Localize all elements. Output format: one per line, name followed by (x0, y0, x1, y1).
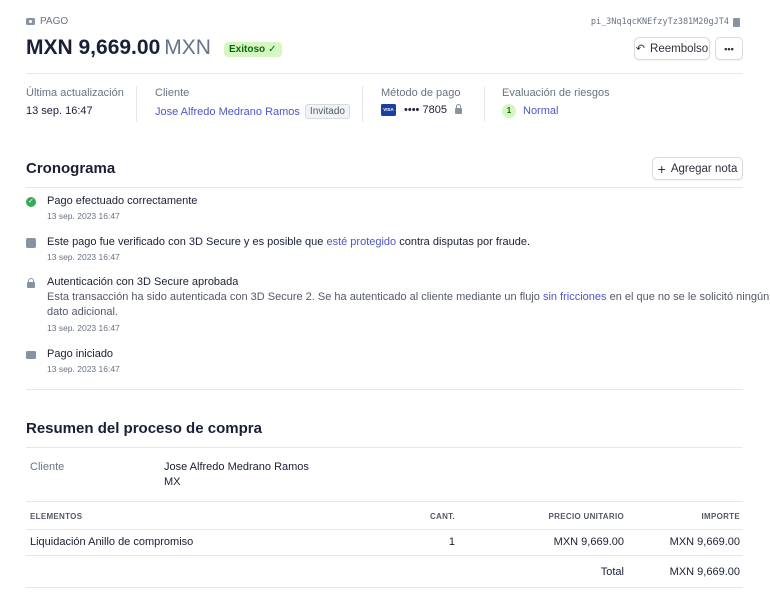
timeline-event-title: Autenticación con 3D Secure aprobada (47, 276, 239, 288)
checkout-summary-title: Resumen del proceso de compra (26, 420, 262, 437)
divider (26, 555, 743, 556)
refund-button[interactable]: ↶ Reembolso (634, 37, 710, 60)
payment-currency: MXN (164, 36, 211, 59)
payment-id-text: pi_3Nq1qcKNEfzyTz381M20gJT4 (590, 17, 729, 27)
timeline-event-time: 13 sep. 2023 16:47 (47, 252, 120, 262)
payment-method: Método de pago VISA •••• 7805 (381, 87, 462, 116)
divider (26, 389, 743, 390)
total-label: Total (600, 566, 624, 578)
checkout-customer-name: Jose Alfredo Medrano Ramos (164, 461, 309, 473)
item-name: Liquidación Anillo de compromiso (30, 536, 194, 548)
divider (26, 73, 743, 74)
card-last4: •••• 7805 (404, 104, 447, 116)
divider (26, 587, 743, 588)
checkout-customer-country: MX (164, 476, 181, 488)
check-icon: ✓ (268, 44, 277, 55)
payment-id[interactable]: pi_3Nq1qcKNEfzyTz381M20gJT4 (591, 17, 740, 27)
lock-icon (454, 104, 462, 114)
risk-evaluation: Evaluación de riesgos 1 Normal (502, 87, 610, 118)
timeline-event-time: 13 sep. 2023 16:47 (47, 323, 120, 333)
success-check-icon: ✓ (26, 197, 36, 207)
timeline-event-title: Pago iniciado (47, 348, 114, 360)
divider (362, 86, 363, 122)
risk-label: Evaluación de riesgos (502, 87, 610, 99)
lock-shackle (28, 278, 34, 283)
timeline-event-description-line2: dato adicional. (47, 306, 118, 318)
refund-button-label: Reembolso (650, 42, 709, 55)
divider (136, 86, 137, 122)
timeline-event-title: Pago efectuado correctamente (47, 195, 198, 207)
customer-label: Cliente (155, 87, 190, 99)
amount-row: MXN 9,669.00 MXN (26, 36, 211, 60)
timeline-event-description: Esta transacción ha sido autenticada con… (47, 291, 769, 303)
last-update-value: 13 sep. 16:47 (26, 105, 93, 117)
more-icon: ••• (724, 43, 734, 54)
item-qty: 1 (448, 536, 455, 548)
event-text: contra disputas por fraude. (396, 236, 531, 248)
event-text: Esta transacción ha sido autenticada con… (47, 291, 543, 303)
timeline-event-title: Este pago fue verificado con 3D Secure y… (47, 236, 530, 248)
more-options-button[interactable]: ••• (715, 37, 743, 60)
column-header-items: ELEMENTOS (30, 512, 83, 521)
customer-link[interactable]: Jose Alfredo Medrano Ramos (155, 106, 300, 118)
item-amount: MXN 9,669.00 (669, 536, 740, 548)
risk-score-badge: 1 (502, 104, 516, 118)
total-value: MXN 9,669.00 (669, 566, 740, 578)
visa-card-icon: VISA (381, 104, 396, 116)
payment-method-label: Método de pago (381, 87, 461, 99)
timeline-event-time: 13 sep. 2023 16:47 (47, 211, 120, 221)
payment-icon (26, 18, 35, 25)
plus-icon: + (657, 160, 666, 177)
copy-icon[interactable] (733, 17, 740, 27)
timeline-event-time: 13 sep. 2023 16:47 (47, 364, 120, 374)
checkout-customer-label: Cliente (30, 461, 65, 473)
column-header-qty: CANT. (429, 512, 455, 521)
payment-amount: MXN 9,669.00 (26, 36, 161, 59)
add-note-button[interactable]: + Agregar nota (652, 157, 743, 180)
event-text: Este pago fue verificado con 3D Secure y… (47, 236, 327, 248)
customer-summary: Cliente Jose Alfredo Medrano Ramos Invit… (155, 87, 350, 119)
shield-icon (26, 238, 36, 248)
column-header-unit-price: PRECIO UNITARIO (548, 512, 624, 521)
page-kind-label: PAGO (40, 16, 69, 27)
risk-value-link[interactable]: Normal (523, 105, 558, 117)
divider (26, 187, 743, 188)
last-update: Última actualización 13 sep. 16:47 (26, 87, 124, 117)
divider (26, 529, 743, 530)
divider (484, 86, 485, 122)
undo-arrow-icon: ↶ (635, 43, 646, 55)
guest-badge: Invitado (304, 104, 350, 119)
event-text: en el que no se le solicitó ningún (606, 291, 770, 303)
page-kind: PAGO (26, 16, 68, 27)
payment-icon (26, 351, 36, 359)
frictionless-link[interactable]: sin fricciones (543, 291, 607, 303)
protected-link[interactable]: esté protegido (326, 236, 396, 248)
item-unit-price: MXN 9,669.00 (553, 536, 624, 548)
column-header-amount: IMPORTE (701, 512, 740, 521)
add-note-label: Agregar nota (670, 162, 738, 175)
divider (26, 447, 743, 448)
last-update-label: Última actualización (26, 87, 124, 99)
divider (26, 501, 743, 502)
timeline-title: Cronograma (26, 160, 116, 177)
status-label: Exitoso (229, 44, 266, 55)
status-badge: Exitoso ✓ (224, 41, 282, 57)
